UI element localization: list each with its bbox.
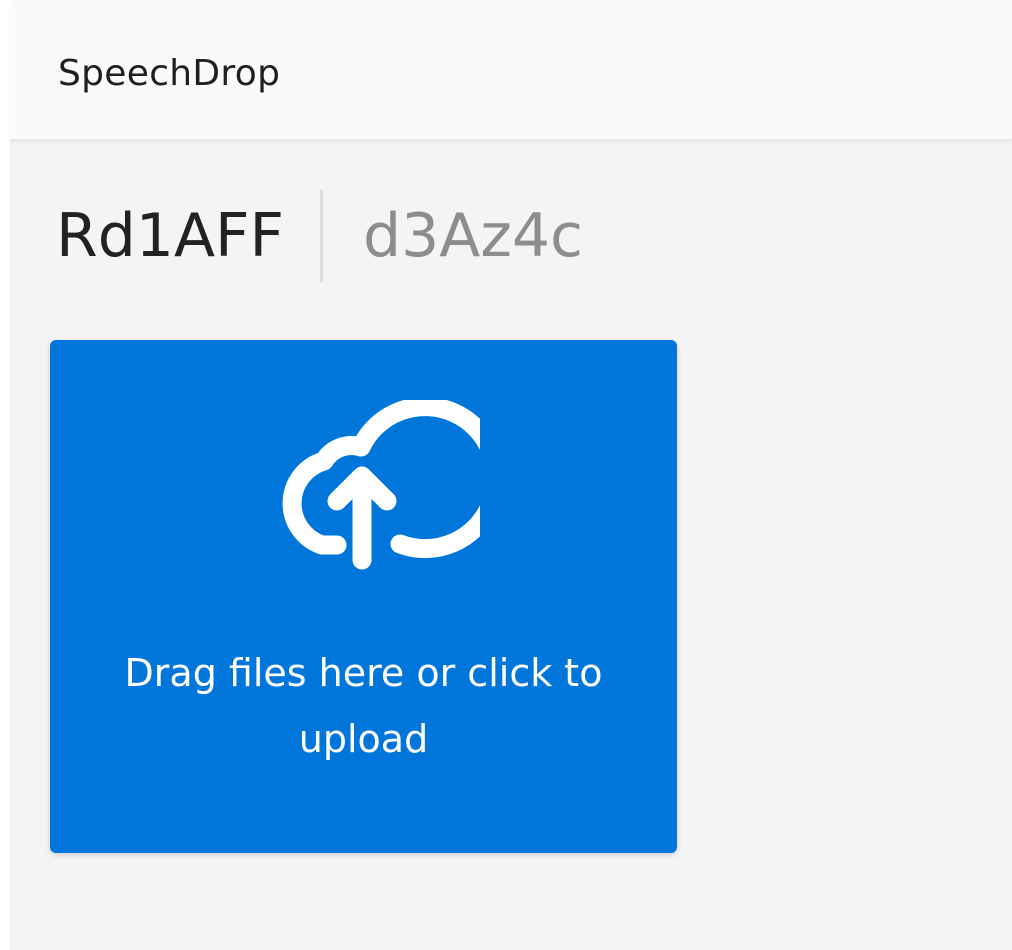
app-frame: SpeechDrop Rd1AFF d3Az4c Drag files here… xyxy=(10,0,1012,950)
upload-instructions: Drag files here or click to upload xyxy=(124,651,603,761)
cloud-upload-icon xyxy=(282,400,480,570)
room-code: d3Az4c xyxy=(363,201,583,271)
admin-code: Rd1AFF xyxy=(56,190,324,282)
top-header: SpeechDrop xyxy=(10,0,1012,140)
file-upload-dropzone[interactable]: Drag files here or click to upload xyxy=(50,340,677,853)
room-codes: Rd1AFF d3Az4c xyxy=(56,190,583,282)
app-title: SpeechDrop xyxy=(58,53,281,94)
